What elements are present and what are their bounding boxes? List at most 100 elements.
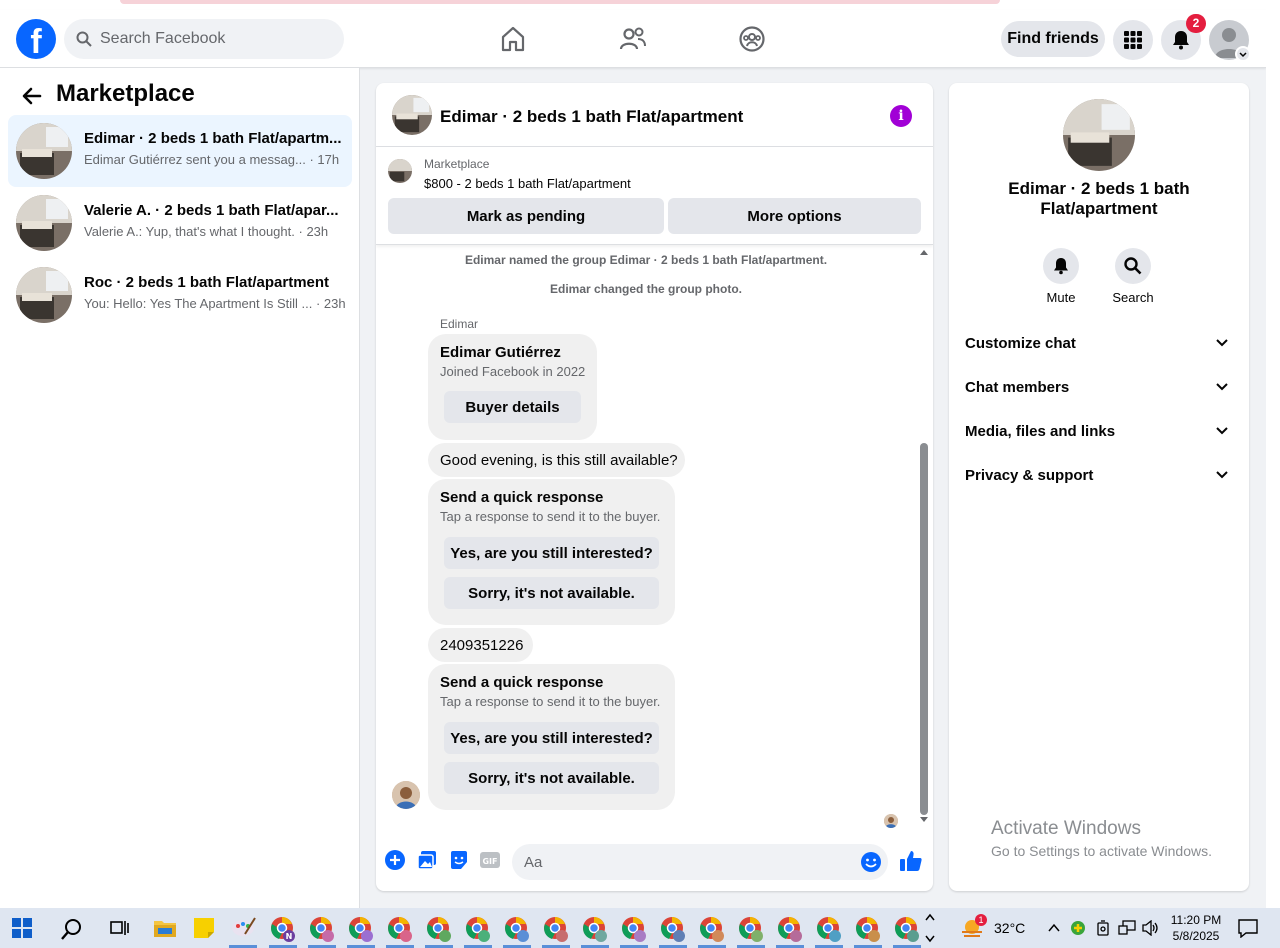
chat-scrollbar[interactable] bbox=[918, 248, 930, 828]
svg-text:N: N bbox=[286, 932, 293, 941]
chrome-profile-icon[interactable] bbox=[309, 916, 335, 942]
home-icon[interactable] bbox=[498, 24, 528, 54]
task-view-icon[interactable] bbox=[109, 918, 129, 938]
listing-price-title[interactable]: $800 - 2 beds 1 bath Flat/apartment bbox=[424, 176, 631, 191]
section-media-files-links[interactable]: Media, files and links bbox=[957, 412, 1241, 452]
info-icon[interactable]: i bbox=[890, 105, 912, 127]
account-menu-chevron[interactable] bbox=[1235, 46, 1251, 62]
search-action[interactable]: Search bbox=[1103, 248, 1163, 305]
chrome-profile-icon[interactable] bbox=[738, 916, 764, 942]
chrome-profile-icon[interactable] bbox=[894, 916, 920, 942]
chat-title[interactable]: Edimar · 2 beds 1 bath Flat/apartment bbox=[440, 107, 743, 127]
thumbs-up-icon[interactable] bbox=[899, 850, 923, 872]
tray-app-icon[interactable] bbox=[1070, 920, 1086, 936]
section-label: Chat members bbox=[965, 379, 1070, 396]
chevron-down-icon bbox=[1216, 427, 1228, 435]
menu-button[interactable] bbox=[1113, 20, 1153, 60]
conversation-item-roc[interactable]: Roc · 2 beds 1 bath Flat/apartment You: … bbox=[8, 259, 352, 331]
photo-icon[interactable] bbox=[417, 850, 437, 870]
quick-response-subtitle: Tap a response to send it to the buyer. bbox=[440, 694, 661, 709]
quick-response-title: Send a quick response bbox=[440, 674, 604, 691]
message-input[interactable] bbox=[524, 844, 844, 880]
quick-response-title: Send a quick response bbox=[440, 489, 604, 506]
chrome-profile-icon[interactable] bbox=[621, 916, 647, 942]
taskbar-search-icon[interactable] bbox=[60, 917, 84, 941]
chrome-profile-icon[interactable] bbox=[543, 916, 569, 942]
seen-receipt-avatar bbox=[884, 814, 898, 828]
browser-top-strip bbox=[0, 0, 1280, 10]
mark-as-pending-button[interactable]: Mark as pending bbox=[388, 198, 664, 234]
volume-icon[interactable] bbox=[1142, 920, 1160, 936]
chrome-profile-icon[interactable] bbox=[426, 916, 452, 942]
system-message: Edimar changed the group photo. bbox=[550, 282, 742, 296]
chrome-profile-icon[interactable]: N bbox=[270, 916, 296, 942]
groups-icon[interactable] bbox=[737, 24, 767, 54]
windows-start-icon[interactable] bbox=[12, 918, 32, 938]
chrome-profile-icon[interactable] bbox=[816, 916, 842, 942]
gif-icon[interactable]: GIF bbox=[480, 850, 500, 870]
emoji-icon[interactable] bbox=[860, 851, 882, 873]
chat-header: Edimar · 2 beds 1 bath Flat/apartment i bbox=[376, 83, 933, 147]
sticker-icon[interactable] bbox=[449, 850, 469, 870]
sender-avatar[interactable] bbox=[392, 781, 420, 809]
scroll-down-arrow-icon[interactable] bbox=[919, 816, 929, 824]
quick-response-no-button[interactable]: Sorry, it's not available. bbox=[444, 577, 659, 609]
message-input-box[interactable] bbox=[512, 844, 888, 880]
watermark-subtitle: Go to Settings to activate Windows. bbox=[991, 843, 1212, 859]
mute-action[interactable]: Mute bbox=[1031, 248, 1091, 305]
section-privacy-support[interactable]: Privacy & support bbox=[957, 456, 1241, 496]
conversation-title: Valerie A. · 2 beds 1 bath Flat/apar... bbox=[84, 202, 339, 219]
plus-circle-icon[interactable] bbox=[385, 850, 405, 870]
buyer-details-button[interactable]: Buyer details bbox=[444, 391, 581, 423]
quick-response-card: Send a quick response Tap a response to … bbox=[428, 664, 675, 810]
back-arrow-icon[interactable] bbox=[20, 84, 44, 108]
find-friends-button[interactable]: Find friends bbox=[1001, 21, 1105, 57]
conversation-item-edimar[interactable]: Edimar · 2 beds 1 bath Flat/apartm... Ed… bbox=[8, 115, 352, 187]
action-center-icon[interactable] bbox=[1238, 918, 1258, 938]
chrome-profile-icon[interactable] bbox=[387, 916, 413, 942]
chrome-profile-icon[interactable] bbox=[348, 916, 374, 942]
chrome-profile-icon[interactable] bbox=[504, 916, 530, 942]
message-bubble: Good evening, is this still available? bbox=[428, 443, 685, 477]
quick-response-no-button[interactable]: Sorry, it's not available. bbox=[444, 762, 659, 794]
section-chat-members[interactable]: Chat members bbox=[957, 368, 1241, 408]
taskbar-scroll-arrows-icon[interactable] bbox=[924, 911, 936, 945]
listing-thumbnail bbox=[16, 267, 72, 323]
paint-app-icon[interactable] bbox=[231, 916, 257, 940]
weather-temperature[interactable]: 32°C bbox=[994, 920, 1025, 948]
chat-photo[interactable] bbox=[1063, 99, 1135, 171]
chrome-profile-icon[interactable] bbox=[699, 916, 725, 942]
scrollbar-thumb[interactable] bbox=[920, 443, 928, 815]
section-customize-chat[interactable]: Customize chat bbox=[957, 324, 1241, 364]
watermark-title: Activate Windows bbox=[991, 818, 1141, 839]
svg-text:GIF: GIF bbox=[482, 857, 497, 866]
mute-label: Mute bbox=[1046, 290, 1076, 305]
chrome-profile-icon[interactable] bbox=[660, 916, 686, 942]
search-in-chat-button[interactable] bbox=[1115, 248, 1151, 284]
show-hidden-icons-chevron-icon[interactable] bbox=[1047, 921, 1061, 935]
taskbar-clock[interactable]: 11:20 PM 5/8/2025 bbox=[1166, 912, 1226, 944]
chrome-profile-icon[interactable] bbox=[465, 916, 491, 942]
quick-response-yes-button[interactable]: Yes, are you still interested? bbox=[444, 722, 659, 754]
tray-device-icon[interactable] bbox=[1095, 920, 1111, 936]
network-icon[interactable] bbox=[1118, 920, 1136, 936]
sender-name: Edimar bbox=[440, 317, 479, 331]
facebook-logo[interactable]: f bbox=[16, 19, 56, 59]
window-scrollbar[interactable] bbox=[1266, 0, 1280, 908]
search-label: Search bbox=[1112, 290, 1154, 305]
chrome-profile-icon[interactable] bbox=[777, 916, 803, 942]
search-box[interactable] bbox=[64, 19, 344, 59]
chat-thumbnail[interactable] bbox=[392, 95, 432, 135]
search-input[interactable] bbox=[100, 19, 330, 59]
chrome-profile-icon[interactable] bbox=[855, 916, 881, 942]
mute-button[interactable] bbox=[1043, 248, 1079, 284]
sticky-notes-icon[interactable] bbox=[192, 916, 216, 940]
quick-response-yes-button[interactable]: Yes, are you still interested? bbox=[444, 537, 659, 569]
friends-icon[interactable] bbox=[618, 24, 648, 54]
listing-thumbnail[interactable] bbox=[388, 159, 412, 183]
chrome-profile-icon[interactable] bbox=[582, 916, 608, 942]
more-options-button[interactable]: More options bbox=[668, 198, 921, 234]
file-explorer-icon[interactable] bbox=[153, 916, 177, 940]
conversation-item-valerie[interactable]: Valerie A. · 2 beds 1 bath Flat/apar... … bbox=[8, 187, 352, 259]
scroll-up-arrow-icon[interactable] bbox=[919, 248, 929, 256]
